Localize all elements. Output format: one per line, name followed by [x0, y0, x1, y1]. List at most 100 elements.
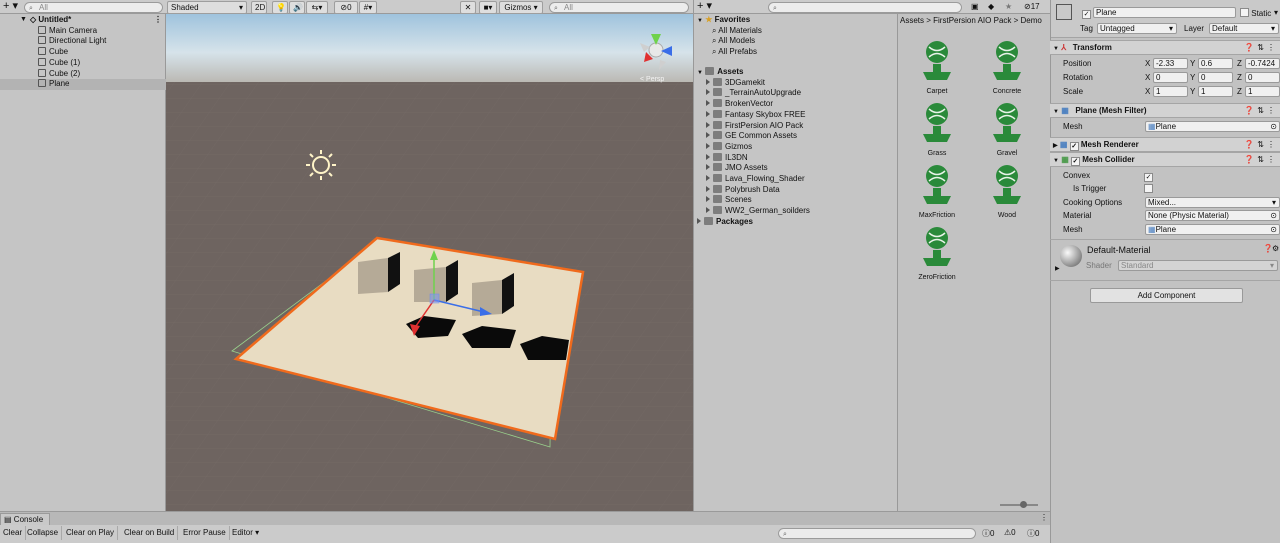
camera-dropdown[interactable]: ■▾ — [479, 1, 497, 14]
panel-menu-icon[interactable]: ⋮ — [1040, 513, 1048, 522]
transform-header[interactable]: ▼ ⅄ Transform ❓ ⇅ ⋮ — [1050, 40, 1280, 55]
physic-material-asset[interactable]: MaxFriction — [907, 162, 967, 219]
scale-y-field[interactable]: 1 — [1198, 86, 1233, 97]
position-y-field[interactable]: 0.6 — [1198, 58, 1233, 69]
asset-folder[interactable]: _TerrainAutoUpgrade — [694, 88, 801, 99]
hierarchy-item[interactable]: Cube — [0, 47, 166, 58]
scene-row[interactable]: ▼ ◇ Untitled* ⋮ — [0, 15, 166, 26]
gameobject-active-checkbox[interactable]: ✓ — [1082, 8, 1091, 19]
slider-handle[interactable] — [1020, 501, 1027, 508]
scale-x-field[interactable]: 1 — [1153, 86, 1188, 97]
component-menu-icon[interactable]: ⋮ — [1267, 41, 1275, 54]
position-x-field[interactable]: -2.33 — [1153, 58, 1188, 69]
asset-folder[interactable]: FirstPersion AIO Pack — [694, 120, 803, 132]
object-picker-icon[interactable]: ⊙ — [1270, 122, 1277, 131]
physic-material-asset[interactable]: Gravel — [977, 100, 1037, 157]
asset-folder[interactable]: 3DGamekit — [694, 77, 765, 89]
assets-header[interactable]: ▼ Assets — [694, 67, 743, 78]
editor-dropdown[interactable]: Editor ▾ — [229, 526, 262, 540]
scale-z-field[interactable]: 1 — [1245, 86, 1280, 97]
preset-icon[interactable]: ⇅ — [1257, 41, 1264, 54]
expand-arrow-icon[interactable]: ▼ — [20, 15, 27, 26]
asset-folder[interactable]: IL3DN — [694, 152, 748, 164]
physic-material-asset[interactable]: Wood — [977, 162, 1037, 219]
rotation-y-field[interactable]: 0 — [1198, 72, 1233, 83]
gizmos-dropdown[interactable]: Gizmos ▾ — [499, 1, 543, 14]
asset-folder[interactable]: Scenes — [694, 195, 752, 206]
rotation-z-field[interactable]: 0 — [1245, 72, 1280, 83]
perspective-label[interactable]: < Persp — [640, 76, 664, 83]
asset-folder[interactable]: Lava_Flowing_Shader — [694, 174, 805, 185]
hierarchy-item[interactable]: Directional Light — [0, 36, 166, 47]
mesh-object-field[interactable]: ▦Plane ⊙ — [1145, 121, 1280, 132]
grid-toggle-button[interactable]: #▾ — [359, 1, 377, 14]
physic-material-asset[interactable]: Carpet — [907, 38, 967, 95]
clear-on-play-button[interactable]: Clear on Play — [63, 526, 119, 540]
asset-folder[interactable]: GE Common Assets — [694, 131, 797, 142]
favorites-header[interactable]: ▼ ★ Favorites — [694, 15, 750, 26]
filter-by-type-icon[interactable]: ▣ — [971, 2, 979, 11]
collider-mesh-field[interactable]: ▦Plane ⊙ — [1145, 224, 1280, 235]
cooking-options-dropdown[interactable]: Mixed... ▾ — [1145, 197, 1280, 208]
create-plus-button[interactable]: + ▾ — [697, 0, 712, 13]
asset-folder[interactable]: Fantasy Skybox FREE — [694, 109, 805, 121]
physic-material-asset[interactable]: Concrete — [977, 38, 1037, 95]
filter-by-label-icon[interactable]: ◆ — [988, 2, 994, 11]
hierarchy-item[interactable]: Main Camera — [0, 25, 166, 37]
mesh-collider-header[interactable]: ▼ ▦ ✓ Mesh Collider ❓ ⇅ ⋮ — [1050, 152, 1280, 167]
component-menu-icon[interactable]: ⋮ — [1267, 138, 1275, 151]
error-count-toggle[interactable]: ⓘ0 — [1027, 528, 1039, 539]
tools-button[interactable]: ✕ — [460, 1, 476, 14]
2d-toggle-button[interactable]: 2D — [251, 1, 267, 14]
position-z-field[interactable]: -0.7424 — [1245, 58, 1280, 69]
error-pause-button[interactable]: Error Pause — [180, 526, 230, 540]
component-menu-icon[interactable]: ⋮ — [1267, 153, 1275, 166]
physic-material-field[interactable]: None (Physic Material) ⊙ — [1145, 210, 1280, 221]
rotation-x-field[interactable]: 0 — [1153, 72, 1188, 83]
component-menu-icon[interactable]: ⋮ — [1267, 104, 1275, 117]
object-picker-icon[interactable]: ⊙ — [1270, 225, 1277, 234]
preset-icon[interactable]: ⇅ — [1257, 104, 1264, 117]
help-icon[interactable]: ❓ — [1244, 104, 1254, 117]
console-search-input[interactable]: ⌕ — [778, 528, 976, 539]
warning-count-toggle[interactable]: ⚠0 — [1004, 528, 1016, 537]
preset-icon[interactable]: ⇅ — [1257, 153, 1264, 166]
collapse-button[interactable]: Collapse — [24, 526, 63, 540]
static-toggle[interactable]: Static — [1240, 8, 1271, 18]
asset-folder[interactable]: JMO Assets — [694, 163, 768, 174]
scene-viewport[interactable]: < Persp — [166, 14, 693, 511]
breadcrumb-item[interactable]: Assets — [900, 16, 924, 25]
icon-size-slider[interactable] — [1000, 501, 1038, 508]
breadcrumb-item[interactable]: Demo — [1021, 16, 1042, 25]
component-enabled-checkbox[interactable]: ✓ — [1070, 157, 1080, 166]
expand-arrow-icon[interactable]: ▶ — [1055, 265, 1060, 272]
gameobject-name-field[interactable]: Plane — [1093, 7, 1236, 18]
asset-folder[interactable]: WW2_German_soilders — [694, 206, 810, 217]
hidden-objects-toggle[interactable]: ⊘0 — [334, 1, 358, 14]
component-enabled-checkbox[interactable]: ✓ — [1069, 142, 1079, 151]
scene-menu-icon[interactable]: ⋮ — [154, 15, 162, 26]
asset-folder[interactable]: Gizmos — [694, 141, 752, 153]
hierarchy-item[interactable]: Cube (1) — [0, 57, 166, 69]
shading-mode-dropdown[interactable]: Shaded ▾ — [167, 1, 247, 14]
favorite-item[interactable]: ⌕ All Prefabs — [694, 47, 757, 58]
gear-icon[interactable]: ⚙ — [1272, 244, 1279, 253]
add-component-button[interactable]: Add Component — [1090, 288, 1243, 303]
log-count-toggle[interactable]: ⓘ0 — [982, 528, 994, 539]
help-icon[interactable]: ❓ — [1244, 138, 1254, 151]
asset-folder[interactable]: BrokenVector — [694, 99, 773, 110]
favorites-star-icon[interactable]: ★ — [1005, 2, 1012, 11]
shader-dropdown[interactable]: Standard ▾ — [1118, 260, 1278, 271]
tag-dropdown[interactable]: Untagged ▾ — [1097, 23, 1177, 34]
preset-icon[interactable]: ⇅ — [1257, 138, 1264, 151]
mesh-renderer-header[interactable]: ▶ ▦ ✓ Mesh Renderer ❓ ⇅ ⋮ — [1050, 137, 1280, 152]
asset-folder[interactable]: Polybrush Data — [694, 184, 780, 196]
hidden-packages-toggle[interactable]: ⊘17 — [1024, 2, 1040, 11]
audio-toggle-button[interactable]: 🔊 — [289, 1, 305, 14]
object-picker-icon[interactable]: ⊙ — [1270, 211, 1277, 220]
scene-search-input[interactable]: ⌕ All — [549, 2, 689, 13]
favorite-item[interactable]: ⌕ All Models — [694, 36, 755, 47]
project-search-input[interactable]: ⌕ — [768, 2, 962, 13]
hierarchy-item-selected[interactable]: Plane — [0, 79, 166, 90]
clear-button[interactable]: Clear — [0, 526, 27, 540]
